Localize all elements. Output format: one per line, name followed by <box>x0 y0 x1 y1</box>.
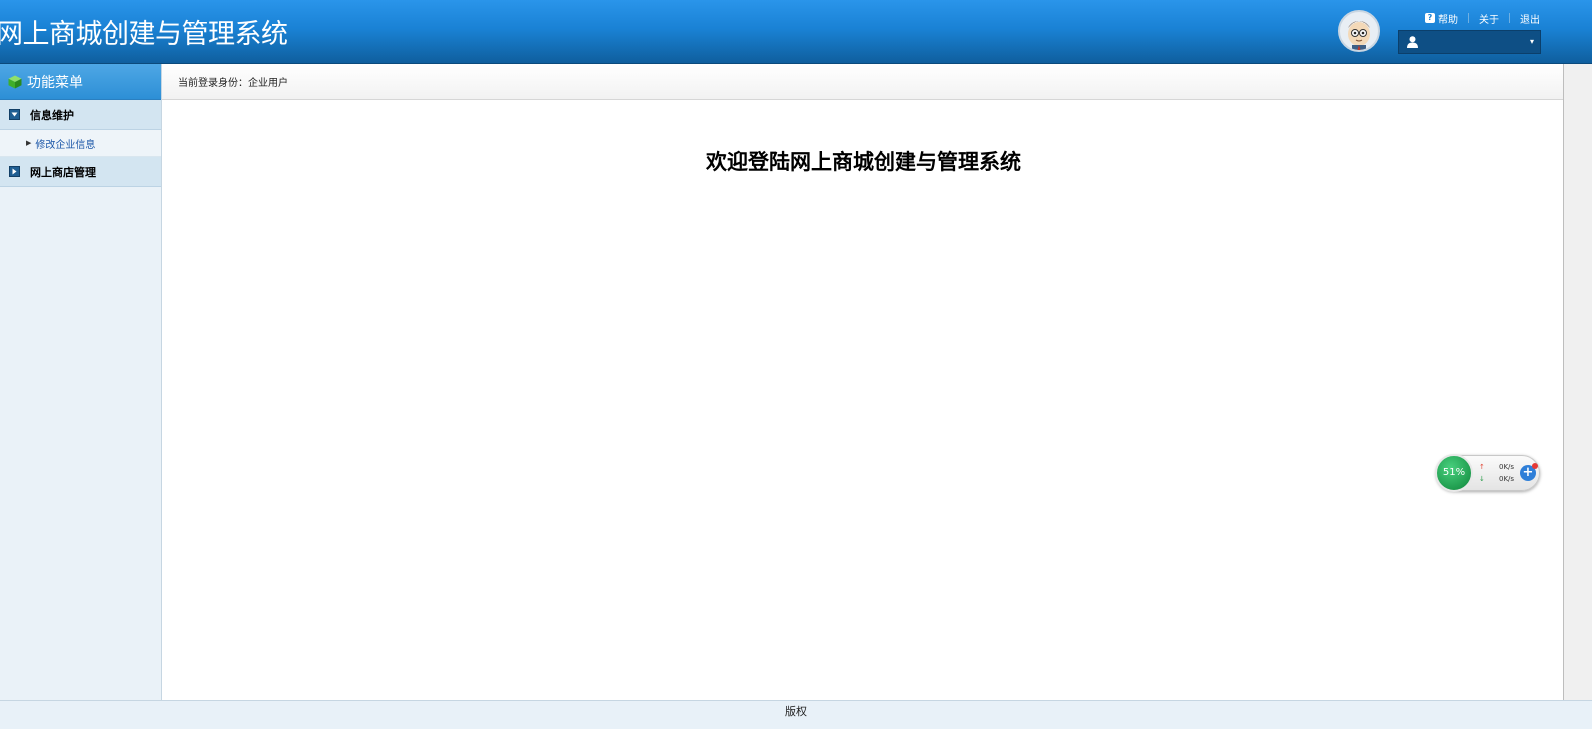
link-divider <box>1509 13 1510 23</box>
download-speed: ↓ 0K/s <box>1479 475 1514 483</box>
top-links: ? 帮助 关于 退出 <box>1425 10 1540 26</box>
menu-group-info-maintenance[interactable]: 信息维护 <box>0 100 161 130</box>
expand-icon <box>9 166 20 177</box>
plus-icon[interactable]: + <box>1520 463 1538 481</box>
menu-item-edit-company-info[interactable]: ▶ 修改企业信息 <box>0 130 161 157</box>
arrow-up-icon: ↑ <box>1479 463 1485 471</box>
copyright-text: 版权 <box>785 705 807 718</box>
menu-group-label: 网上商店管理 <box>30 165 96 179</box>
app-title: 网上商城创建与管理系统 <box>0 19 288 50</box>
menu-item-label: 修改企业信息 <box>35 139 96 151</box>
chevron-down-icon: ▾ <box>1529 37 1534 46</box>
breadcrumb: 当前登录身份：企业用户 <box>162 64 1592 100</box>
scrollbar-edge[interactable] <box>1563 64 1592 700</box>
sidebar-title: 功能菜单 <box>27 74 83 91</box>
notification-dot <box>1532 463 1538 469</box>
arrow-right-icon: ▶ <box>26 139 32 147</box>
avatar[interactable] <box>1338 10 1380 52</box>
memory-usage-ball[interactable]: 51% <box>1435 454 1473 492</box>
sidebar: 功能菜单 信息维护 ▶ 修改企业信息 网上商店管理 <box>0 64 162 700</box>
user-dropdown[interactable]: ▾ <box>1398 30 1541 54</box>
upload-speed: ↑ 0K/s <box>1479 463 1514 471</box>
sidebar-header: 功能菜单 <box>0 64 161 100</box>
arrow-down-icon: ↓ <box>1479 475 1485 483</box>
avatar-cartoon-icon <box>1348 21 1370 50</box>
download-speed-value: 0K/s <box>1499 475 1515 483</box>
top-header: 网上商城创建与管理系统 ? 帮助 关于 退出 ▾ <box>0 0 1592 64</box>
logout-link[interactable]: 退出 <box>1520 11 1540 26</box>
welcome-heading: 欢迎登陆网上商城创建与管理系统 <box>706 150 1021 174</box>
menu-group-label: 信息维护 <box>30 108 74 122</box>
login-identity-text: 当前登录身份：企业用户 <box>178 78 288 89</box>
cube-icon <box>8 75 22 88</box>
upload-speed-value: 0K/s <box>1499 463 1515 471</box>
footer: 版权 <box>0 700 1592 729</box>
main-content: 欢迎登陆网上商城创建与管理系统 <box>162 100 1592 700</box>
menu-group-store-management[interactable]: 网上商店管理 <box>0 157 161 187</box>
help-icon: ? <box>1425 13 1435 23</box>
user-icon <box>1407 36 1418 48</box>
network-speed-widget[interactable]: 51% ↑ 0K/s ↓ 0K/s + <box>1435 454 1540 492</box>
help-label: 帮助 <box>1438 14 1458 26</box>
link-divider <box>1468 13 1469 23</box>
about-link[interactable]: 关于 <box>1479 11 1499 26</box>
collapse-icon <box>9 109 20 120</box>
help-link[interactable]: ? 帮助 <box>1425 11 1458 26</box>
